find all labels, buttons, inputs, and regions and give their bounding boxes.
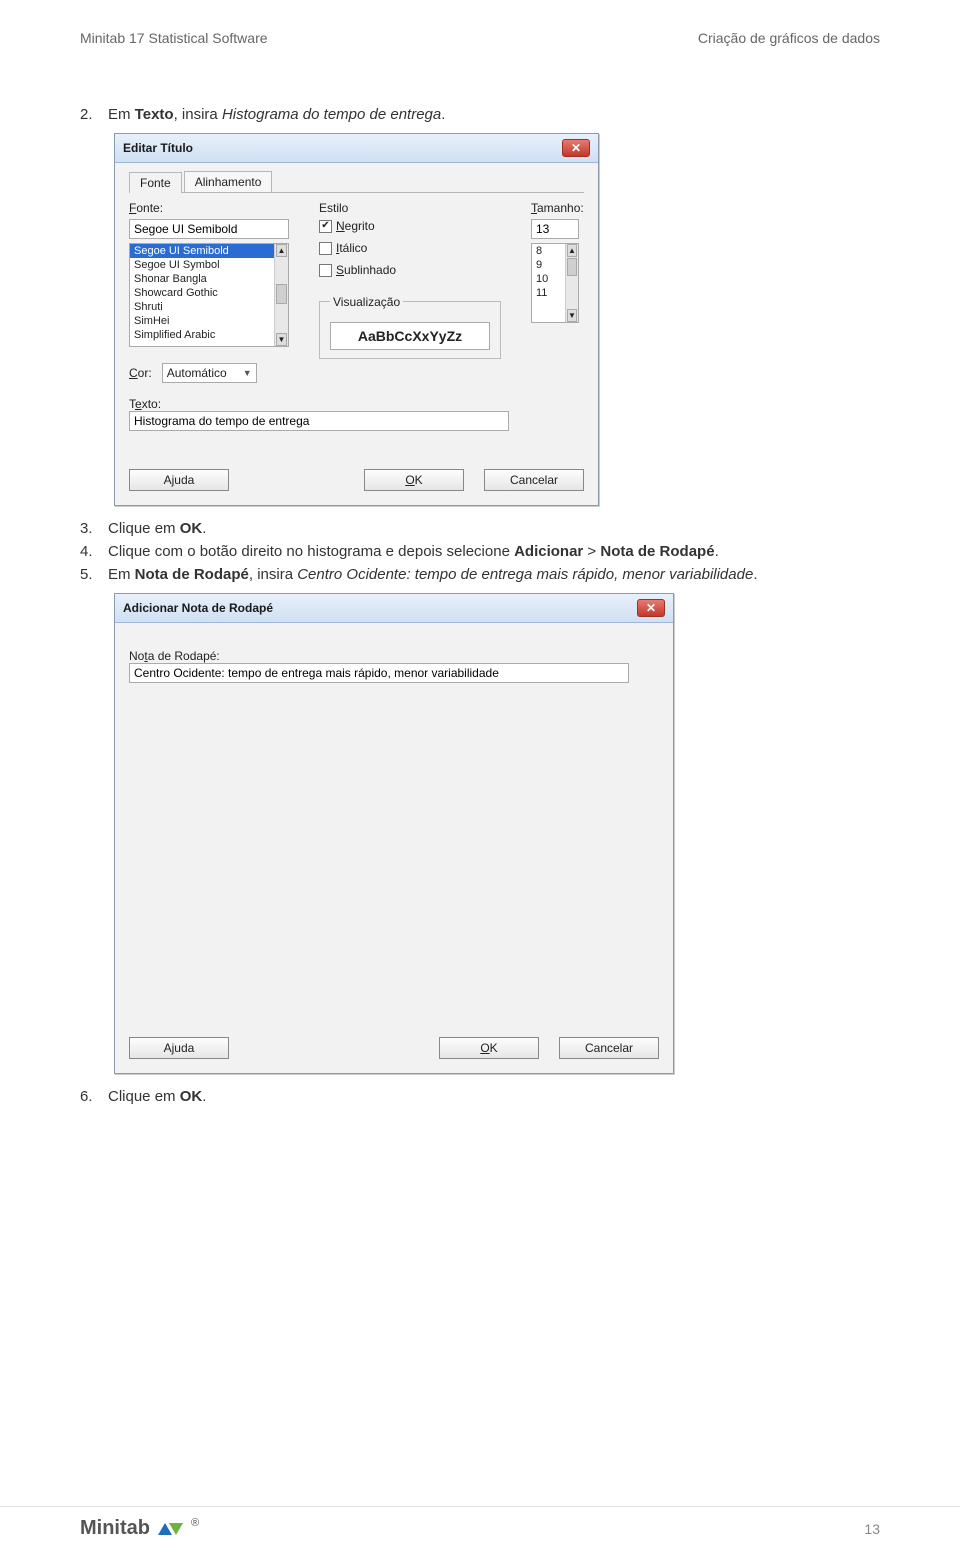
label-nota-rodape: Nota de Rodapé: bbox=[129, 649, 659, 663]
label-estilo: Estilo bbox=[319, 201, 501, 215]
page-number: 13 bbox=[864, 1511, 880, 1537]
checkbox-sublinhado[interactable]: Sublinhado bbox=[319, 263, 501, 277]
logo-icon bbox=[158, 1523, 183, 1535]
dialog-editar-titulo: Editar Título ✕ Fonte Alinhamento Fonte:… bbox=[114, 133, 599, 506]
list-item[interactable]: SimHei bbox=[130, 314, 288, 328]
close-icon[interactable]: ✕ bbox=[637, 599, 665, 617]
label-visualizacao: Visualização bbox=[330, 295, 403, 309]
texto-input[interactable] bbox=[129, 411, 509, 431]
ajuda-button[interactable]: Ajuda bbox=[129, 1037, 229, 1059]
scroll-up-icon[interactable]: ▲ bbox=[567, 244, 577, 257]
size-input[interactable] bbox=[531, 219, 579, 239]
page-footer: Minitab ® 13 bbox=[0, 1506, 960, 1540]
tab-alinhamento[interactable]: Alinhamento bbox=[184, 171, 273, 192]
cancelar-button[interactable]: Cancelar bbox=[559, 1037, 659, 1059]
step-5-text: Em Nota de Rodapé, insira Centro Ocident… bbox=[108, 566, 757, 583]
list-item[interactable]: Segoe UI Symbol bbox=[130, 258, 288, 272]
checkbox-italico[interactable]: Itálico bbox=[319, 241, 501, 255]
font-listbox[interactable]: Segoe UI Semibold Segoe UI Symbol Shonar… bbox=[129, 243, 289, 347]
step-6-num: 6. bbox=[80, 1088, 98, 1105]
step-4: 4. Clique com o botão direito no histogr… bbox=[80, 543, 880, 560]
step-3-num: 3. bbox=[80, 520, 98, 537]
label-texto: Texto: bbox=[129, 397, 584, 411]
scroll-thumb[interactable] bbox=[276, 284, 287, 304]
nota-rodape-input[interactable] bbox=[129, 663, 629, 683]
cancelar-button[interactable]: Cancelar bbox=[484, 469, 584, 491]
close-icon[interactable]: ✕ bbox=[562, 139, 590, 157]
dialog-titlebar[interactable]: Editar Título ✕ bbox=[115, 134, 598, 163]
scrollbar[interactable]: ▲ ▼ bbox=[274, 244, 288, 346]
page-header: Minitab 17 Statistical Software Criação … bbox=[80, 30, 880, 46]
step-4-text: Clique com o botão direito no histograma… bbox=[108, 543, 719, 560]
size-listbox[interactable]: 8 9 10 11 ▲ ▼ bbox=[531, 243, 579, 323]
label-fonte: Fonte: bbox=[129, 201, 289, 215]
dialog-title: Adicionar Nota de Rodapé bbox=[123, 601, 273, 615]
step-6-text: Clique em OK. bbox=[108, 1088, 206, 1105]
dialog-titlebar[interactable]: Adicionar Nota de Rodapé ✕ bbox=[115, 594, 673, 623]
scroll-thumb[interactable] bbox=[567, 258, 577, 276]
step-2-text: Em Texto, insira Histograma do tempo de … bbox=[108, 106, 445, 123]
scrollbar[interactable]: ▲ ▼ bbox=[565, 244, 578, 322]
header-right: Criação de gráficos de dados bbox=[698, 30, 880, 46]
scroll-up-icon[interactable]: ▲ bbox=[276, 244, 287, 257]
step-4-num: 4. bbox=[80, 543, 98, 560]
list-item[interactable]: Segoe UI Semibold bbox=[130, 244, 288, 258]
list-item[interactable]: Showcard Gothic bbox=[130, 286, 288, 300]
color-combo[interactable]: Automático ▼ bbox=[162, 363, 257, 383]
checkbox-icon[interactable] bbox=[319, 242, 332, 255]
list-item[interactable]: Shruti bbox=[130, 300, 288, 314]
ajuda-button[interactable]: Ajuda bbox=[129, 469, 229, 491]
font-input[interactable] bbox=[129, 219, 289, 239]
checkbox-icon[interactable] bbox=[319, 264, 332, 277]
tab-fonte[interactable]: Fonte bbox=[129, 172, 182, 193]
label-tamanho: Tamanho: bbox=[531, 201, 584, 215]
step-3-text: Clique em OK. bbox=[108, 520, 206, 537]
step-6: 6. Clique em OK. bbox=[80, 1088, 880, 1105]
step-5-num: 5. bbox=[80, 566, 98, 583]
list-item[interactable]: Shonar Bangla bbox=[130, 272, 288, 286]
scroll-down-icon[interactable]: ▼ bbox=[276, 333, 287, 346]
label-cor: Cor: bbox=[129, 366, 152, 380]
checkbox-icon[interactable]: ✔ bbox=[319, 220, 332, 233]
step-5: 5. Em Nota de Rodapé, insira Centro Ocid… bbox=[80, 566, 880, 583]
ok-button[interactable]: OK bbox=[439, 1037, 539, 1059]
preview-box: AaBbCcXxYyZz bbox=[330, 322, 490, 350]
chevron-down-icon: ▼ bbox=[243, 368, 252, 378]
header-left: Minitab 17 Statistical Software bbox=[80, 30, 268, 46]
checkbox-negrito[interactable]: ✔ Negrito bbox=[319, 219, 501, 233]
dialog-title: Editar Título bbox=[123, 141, 193, 155]
minitab-logo: Minitab ® bbox=[80, 1507, 199, 1540]
ok-button[interactable]: OK bbox=[364, 469, 464, 491]
step-2: 2. Em Texto, insira Histograma do tempo … bbox=[80, 106, 880, 123]
step-3: 3. Clique em OK. bbox=[80, 520, 880, 537]
step-2-num: 2. bbox=[80, 106, 98, 123]
tabs: Fonte Alinhamento bbox=[129, 171, 584, 193]
list-item[interactable]: Simplified Arabic bbox=[130, 328, 288, 342]
dialog-adicionar-nota: Adicionar Nota de Rodapé ✕ Nota de Rodap… bbox=[114, 593, 674, 1074]
scroll-down-icon[interactable]: ▼ bbox=[567, 309, 577, 322]
